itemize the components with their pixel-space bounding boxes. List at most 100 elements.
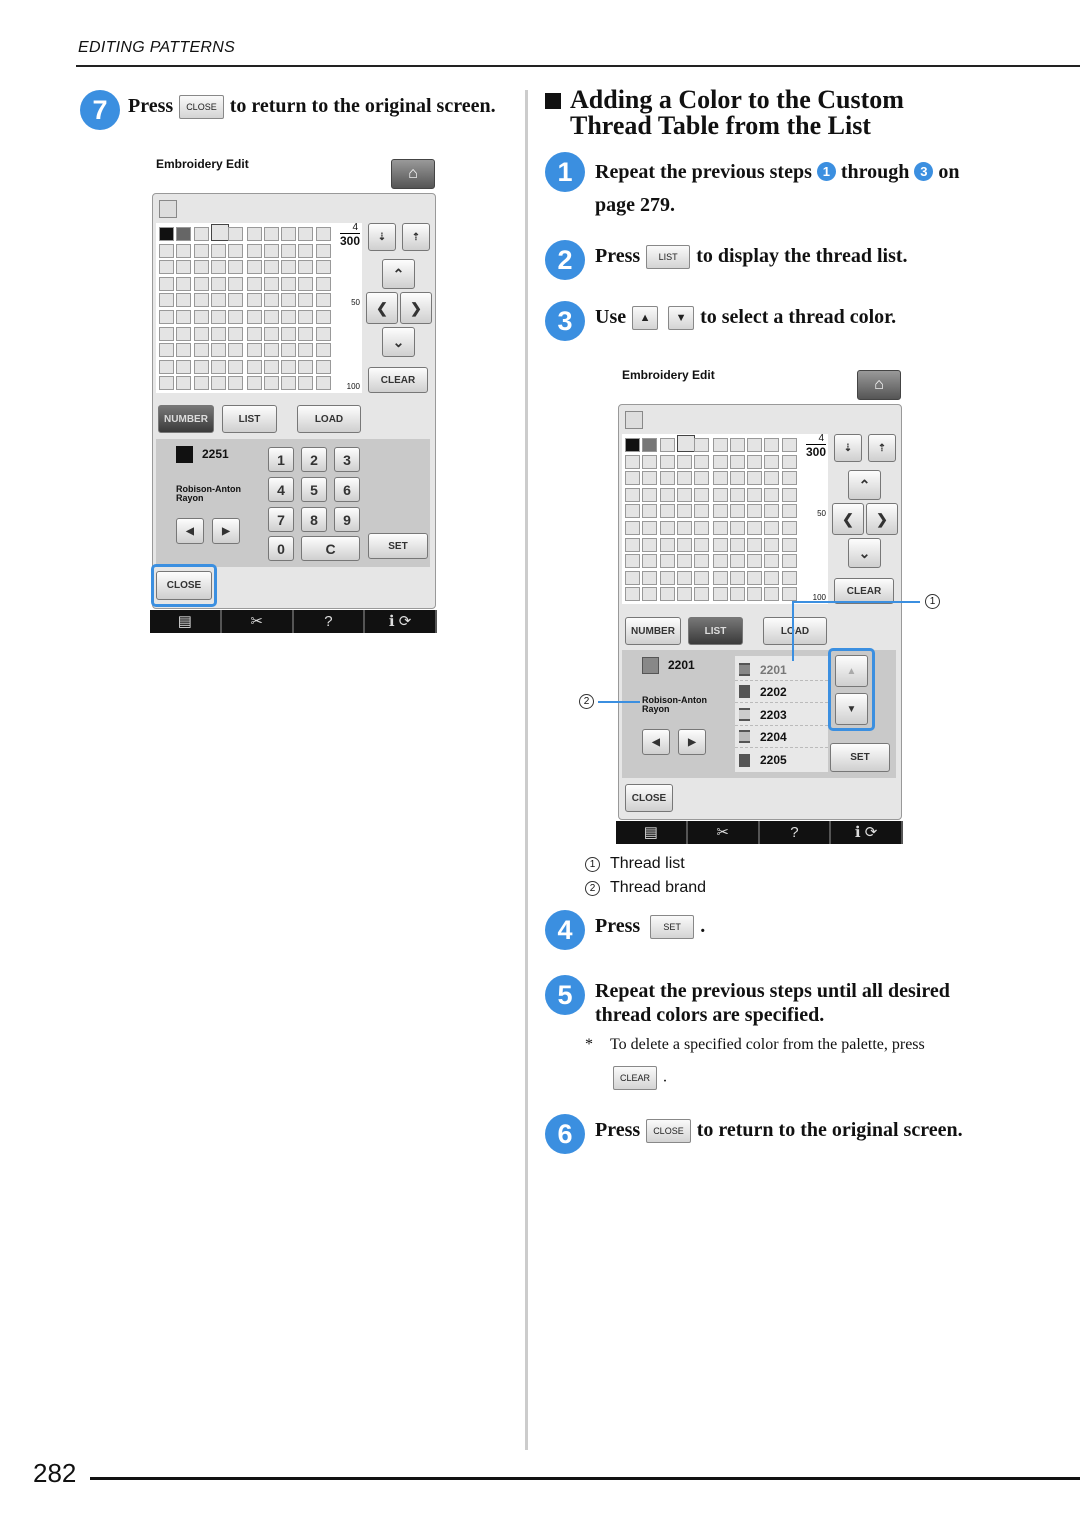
palette-cell[interactable] (263, 293, 279, 308)
palette-cell[interactable] (729, 554, 745, 569)
palette-cell[interactable] (747, 587, 763, 602)
palette-cell[interactable] (625, 454, 640, 469)
thread-list-item[interactable]: 2201 (735, 659, 828, 681)
help-button[interactable]: ? (294, 610, 366, 633)
key-5[interactable]: 5 (301, 477, 327, 502)
palette-cell[interactable] (246, 293, 262, 308)
palette-cell[interactable] (159, 276, 174, 291)
palette-cell[interactable] (159, 260, 174, 275)
palette-cell[interactable] (210, 224, 229, 241)
key-7[interactable]: 7 (268, 507, 294, 532)
load-button[interactable]: LOAD (763, 617, 827, 645)
thread-list-item[interactable]: 2203 (735, 704, 828, 726)
palette-cell[interactable] (676, 570, 692, 585)
close-button[interactable]: CLOSE (625, 784, 673, 812)
palette-cell[interactable] (676, 521, 692, 535)
number-tab[interactable]: NUMBER (625, 617, 681, 645)
key-8[interactable]: 8 (301, 507, 327, 532)
palette-cell[interactable] (781, 570, 797, 585)
palette-cell[interactable] (315, 243, 331, 258)
palette-cell[interactable] (781, 537, 797, 552)
palette-cell[interactable] (712, 504, 728, 519)
palette-cell[interactable] (246, 227, 262, 241)
move-up-button[interactable]: ⌃ (382, 259, 415, 289)
clear-button[interactable]: CLEAR (368, 367, 428, 393)
palette-cell[interactable] (281, 343, 297, 358)
palette-cell[interactable] (625, 537, 640, 552)
page-up-button[interactable]: ⇡ (402, 223, 430, 251)
palette-cell[interactable] (246, 243, 262, 258)
palette-cell[interactable] (228, 310, 244, 324)
palette-cell[interactable] (676, 554, 692, 569)
palette-cell[interactable] (694, 454, 710, 469)
palette-cell[interactable] (210, 326, 226, 341)
palette-cell[interactable] (747, 504, 763, 519)
palette-cell[interactable] (694, 487, 710, 502)
palette-cell[interactable] (747, 521, 763, 535)
palette-cell[interactable] (642, 454, 658, 469)
thread-list-item[interactable]: 2204 (735, 726, 828, 748)
list-tab[interactable]: LIST (688, 617, 743, 645)
palette-cell[interactable] (712, 554, 728, 569)
key-2[interactable]: 2 (301, 447, 327, 472)
home-button[interactable]: ⌂ (391, 159, 435, 189)
key-clear[interactable]: C (301, 536, 360, 561)
palette-cell[interactable] (764, 554, 780, 569)
move-up-button[interactable]: ⌃ (848, 470, 881, 500)
palette-cell[interactable] (228, 376, 244, 391)
palette-cell[interactable] (228, 293, 244, 308)
palette-cell[interactable] (228, 343, 244, 358)
palette-cell[interactable] (676, 454, 692, 469)
palette-cell[interactable] (694, 471, 710, 486)
palette-cell[interactable] (246, 276, 262, 291)
key-1[interactable]: 1 (268, 447, 294, 472)
palette-cell[interactable] (659, 487, 675, 502)
palette-cell[interactable] (298, 276, 314, 291)
palette-cell[interactable] (176, 293, 192, 308)
move-left-button[interactable]: ❮ (832, 503, 864, 535)
palette-cell[interactable] (263, 343, 279, 358)
palette-cell[interactable] (263, 310, 279, 324)
set-button[interactable]: SET (368, 533, 428, 559)
palette-cell[interactable] (176, 326, 192, 341)
palette-cell[interactable] (712, 570, 728, 585)
key-3[interactable]: 3 (334, 447, 360, 472)
palette-cell[interactable] (729, 471, 745, 486)
palette-cell[interactable] (159, 293, 174, 308)
palette-cell[interactable] (747, 570, 763, 585)
palette-cell[interactable] (694, 554, 710, 569)
document-icon[interactable]: ▤ (616, 821, 688, 844)
palette-cell[interactable] (298, 243, 314, 258)
palette-cell[interactable] (764, 504, 780, 519)
palette-cell[interactable] (694, 587, 710, 602)
palette-cell[interactable] (764, 521, 780, 535)
palette-cell[interactable] (176, 343, 192, 358)
palette-cell[interactable] (729, 504, 745, 519)
palette-cell[interactable] (159, 310, 174, 324)
palette-cell[interactable] (781, 487, 797, 502)
palette-cell[interactable] (642, 521, 658, 535)
palette-cell[interactable] (193, 260, 209, 275)
palette-cell[interactable] (210, 243, 226, 258)
palette-cell[interactable] (159, 376, 174, 391)
palette-cell[interactable] (659, 454, 675, 469)
palette-cell[interactable] (298, 359, 314, 374)
palette-cell[interactable] (193, 359, 209, 374)
brand-next-button[interactable]: ▶ (678, 729, 706, 755)
palette-cell[interactable] (281, 293, 297, 308)
palette-cell[interactable] (159, 243, 174, 258)
palette-cell[interactable] (263, 260, 279, 275)
palette-cell[interactable] (642, 471, 658, 486)
palette-cell[interactable] (210, 376, 226, 391)
palette-cell[interactable] (747, 471, 763, 486)
palette-cell[interactable] (642, 537, 658, 552)
palette-cell[interactable] (676, 504, 692, 519)
palette-cell[interactable] (781, 454, 797, 469)
palette-cell[interactable] (193, 310, 209, 324)
key-0[interactable]: 0 (268, 536, 294, 561)
palette-cell[interactable] (625, 504, 640, 519)
palette-cell[interactable] (246, 260, 262, 275)
palette-cell[interactable] (228, 276, 244, 291)
palette-cell[interactable] (642, 570, 658, 585)
palette-cell[interactable] (315, 376, 331, 391)
